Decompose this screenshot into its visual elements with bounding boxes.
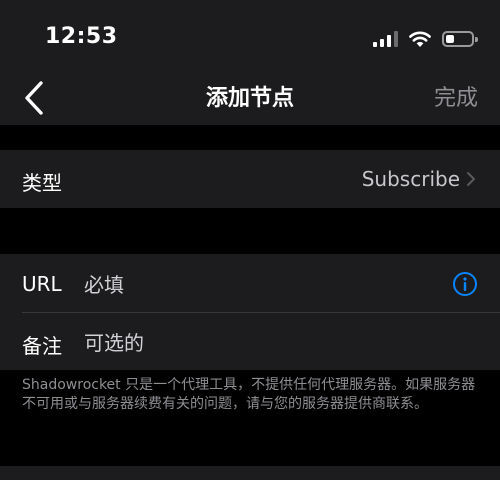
info-icon[interactable]	[452, 271, 478, 297]
wifi-icon	[409, 31, 431, 47]
url-label: URL	[22, 272, 62, 296]
battery-icon	[442, 31, 478, 47]
navigation-bar: 添加节点 完成	[0, 70, 500, 125]
type-label: 类型	[22, 171, 62, 195]
type-value: Subscribe	[361, 167, 460, 191]
type-row[interactable]: 类型 Subscribe	[0, 150, 500, 208]
page-title: 添加节点	[205, 86, 294, 111]
status-time: 12:53	[45, 24, 118, 49]
chevron-right-icon	[467, 172, 475, 186]
done-button[interactable]: 完成	[434, 80, 478, 112]
next-cell-edge	[0, 466, 500, 480]
server-fields-group: URL 备注	[0, 254, 500, 370]
signal-icon	[373, 31, 398, 47]
row-divider	[22, 312, 500, 313]
url-input[interactable]	[84, 272, 414, 298]
remark-label: 备注	[22, 334, 62, 358]
footer-note: Shadowrocket 只是一个代理工具，不提供任何代理服务器。如果服务器不可…	[22, 377, 476, 412]
top-bar: 12:53 添加节点 完成	[0, 0, 500, 125]
status-icons	[373, 28, 478, 50]
screen: 12:53 添加节点 完成 类型 Subscribe URL 必填 备注 可选的…	[0, 0, 500, 480]
remark-input[interactable]	[84, 330, 414, 356]
